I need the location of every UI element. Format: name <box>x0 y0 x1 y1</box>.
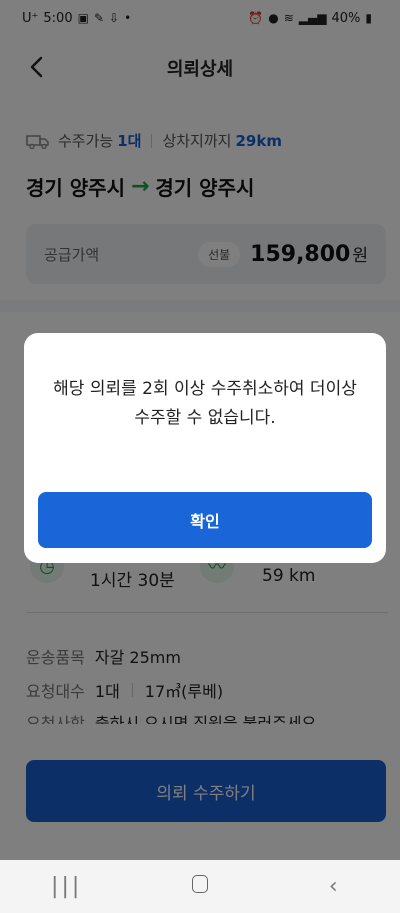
home-button[interactable] <box>160 874 240 899</box>
recent-apps-icon: ||| <box>51 874 83 899</box>
back-nav-button[interactable]: ‹ <box>293 874 373 899</box>
back-icon: ‹ <box>328 874 338 899</box>
dialog-message-line: 해당 의뢰를 2회 이상 수주취소하여 더이상 <box>53 379 357 399</box>
recent-apps-button[interactable]: ||| <box>27 874 107 899</box>
system-nav-bar: ||| ‹ <box>0 860 400 913</box>
dialog-message-line: 수주할 수 없습니다. <box>134 408 276 428</box>
confirm-button[interactable]: 확인 <box>38 492 372 548</box>
alert-dialog: 해당 의뢰를 2회 이상 수주취소하여 더이상 수주할 수 없습니다. 확인 <box>24 333 386 563</box>
home-icon <box>191 875 208 893</box>
dialog-message: 해당 의뢰를 2회 이상 수주취소하여 더이상 수주할 수 없습니다. <box>24 375 386 433</box>
